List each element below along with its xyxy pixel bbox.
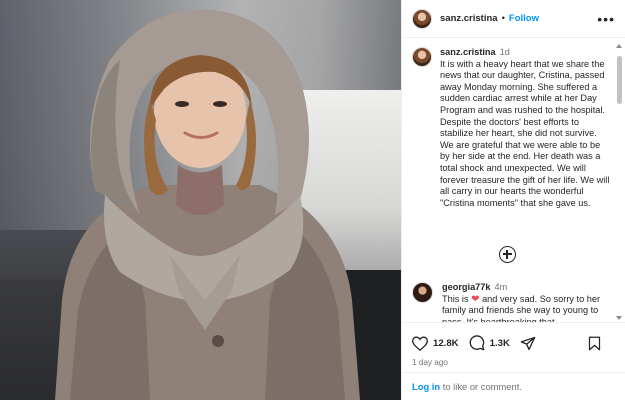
heart-icon[interactable] (412, 335, 428, 351)
comment-icon[interactable] (469, 335, 485, 351)
author-avatar[interactable] (412, 8, 432, 29)
person-illustration (55, 9, 360, 400)
save-action[interactable] (588, 336, 606, 351)
caption-username[interactable]: sanz.cristina (440, 47, 496, 57)
commenter-username[interactable]: georgia77k (442, 282, 491, 292)
scroll-up-arrow-icon[interactable] (616, 44, 622, 48)
comment-item: georgia77k 4m This is ❤ and very sad. So … (412, 282, 612, 322)
caption-time: 1d (499, 47, 510, 57)
login-link[interactable]: Log in (412, 381, 440, 392)
post-photo[interactable] (0, 0, 401, 400)
header-separator: • (501, 13, 505, 24)
follow-button[interactable]: Follow (509, 13, 539, 24)
author-username[interactable]: sanz.cristina (440, 13, 498, 24)
post-age: 1 day ago (412, 358, 448, 367)
comment-time: 4m (494, 282, 508, 292)
panel-scrollbar[interactable] (616, 44, 622, 320)
caption-avatar[interactable] (412, 47, 432, 67)
scrollbar-thumb[interactable] (616, 56, 622, 104)
post-caption: sanz.cristina 1d It is with a heavy heart… (402, 39, 625, 209)
instagram-post-view: sanz.cristina • Follow ••• sanz.cristina… (0, 0, 625, 400)
action-row: 12.8K 1.3K (412, 333, 616, 353)
post-header: sanz.cristina • Follow ••• (402, 0, 625, 38)
post-side-panel: sanz.cristina • Follow ••• sanz.cristina… (401, 0, 625, 400)
like-action[interactable]: 12.8K (412, 335, 459, 351)
login-prompt-text: to like or comment. (442, 381, 522, 392)
share-action[interactable] (520, 336, 541, 351)
caption-text-block: sanz.cristina 1d It is with a heavy heart… (440, 47, 610, 209)
comment-action[interactable]: 1.3K (469, 335, 510, 351)
comment-text-before: This is (442, 293, 469, 304)
like-count: 12.8K (433, 337, 459, 349)
caption-body: It is with a heavy heart that we share t… (440, 58, 610, 208)
comment-count: 1.3K (489, 337, 510, 349)
bookmark-icon[interactable] (588, 336, 601, 351)
scroll-down-arrow-icon[interactable] (616, 316, 622, 320)
login-prompt: Log in to like or comment. (402, 372, 625, 400)
share-icon[interactable] (520, 336, 536, 351)
more-options-icon[interactable]: ••• (597, 12, 615, 26)
comments-scroll-area[interactable]: sanz.cristina 1d It is with a heavy heart… (402, 39, 625, 322)
heart-emoji-icon: ❤ (471, 293, 480, 305)
comment-text-block: georgia77k 4m This is ❤ and very sad. So … (442, 282, 612, 322)
load-more-comments-icon[interactable] (499, 246, 516, 263)
commenter-avatar[interactable] (412, 282, 433, 303)
post-actions: 12.8K 1.3K 1 day ago (402, 322, 625, 367)
